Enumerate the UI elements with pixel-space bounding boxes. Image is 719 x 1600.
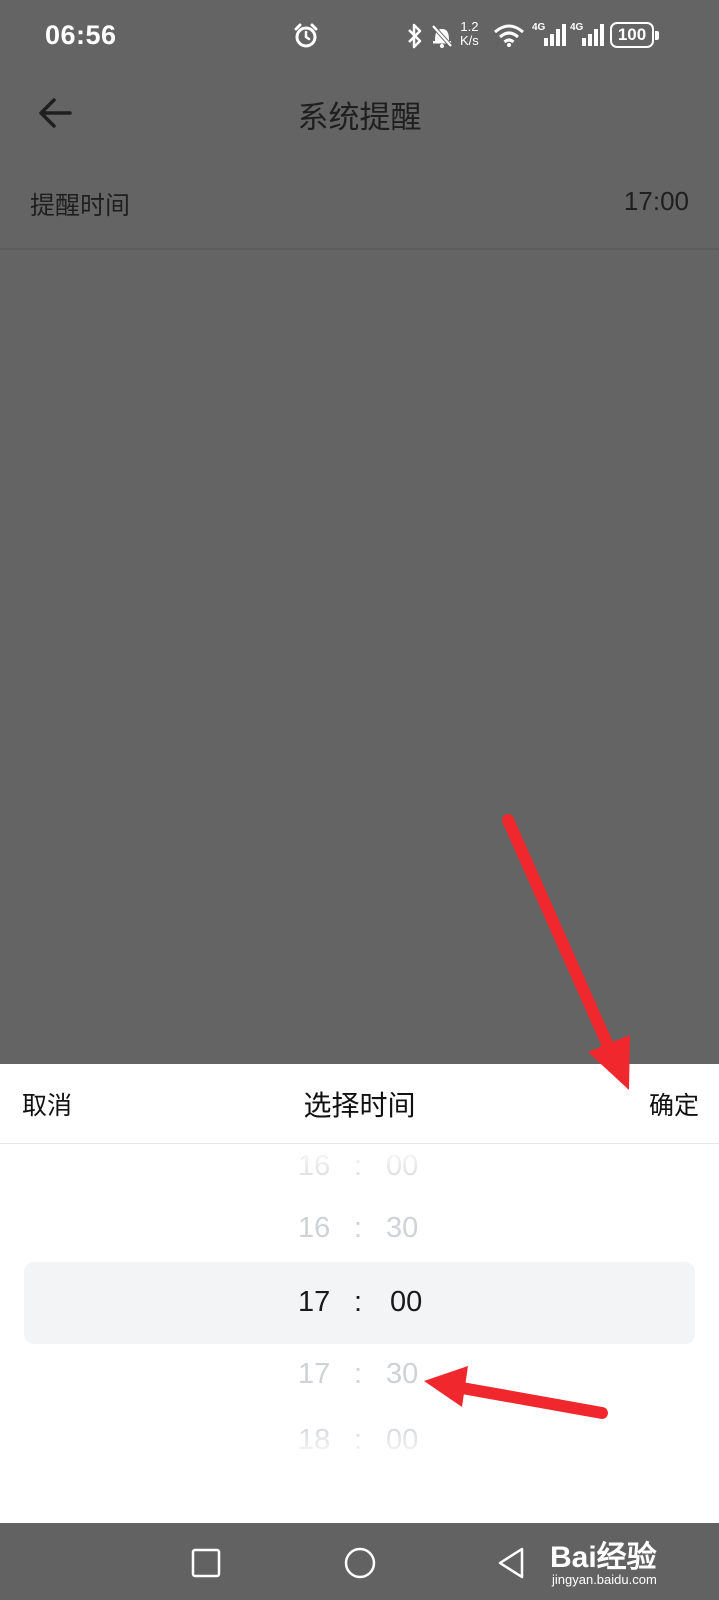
sheet-title: 选择时间 (303, 1089, 416, 1122)
annotation-arrow-confirm (502, 814, 630, 1090)
picker-hour: 16 (298, 1212, 331, 1244)
signal-2: 4G (570, 22, 604, 48)
picker-separator: : (354, 1286, 363, 1318)
confirm-button[interactable]: 确定 (649, 1086, 699, 1122)
time-picker-sheet: 取消 选择时间 确定 16 : 00 16 : 30 17 : 00 17 : … (0, 1064, 719, 1523)
fade-top (0, 1144, 719, 1190)
signal-icon (582, 24, 604, 46)
reminder-time-label: 提醒时间 (30, 191, 131, 220)
reminder-time-row[interactable]: 提醒时间 17:00 (0, 158, 719, 248)
fade-bottom (0, 1422, 719, 1462)
net-speed: 1.2 K/s (460, 19, 479, 48)
alarm-icon (294, 23, 318, 48)
back-triangle-icon[interactable] (492, 1543, 532, 1583)
muted-bell-icon (431, 24, 453, 48)
picker-option[interactable]: 16 : 30 (0, 1212, 719, 1252)
watermark-url: jingyan.baidu.com (552, 1572, 657, 1587)
picker-hour: 17 (298, 1286, 331, 1318)
picker-minute: 30 (386, 1358, 419, 1390)
picker-option[interactable]: 17 : 30 (0, 1358, 719, 1398)
picker-minute: 00 (390, 1286, 423, 1318)
bluetooth-icon (408, 23, 422, 49)
page-title: 系统提醒 (297, 100, 422, 136)
picker-option-selected[interactable]: 17 : 00 (0, 1286, 719, 1326)
home-circle-icon[interactable] (340, 1543, 380, 1583)
watermark-logo-text: Bai经验 (550, 1541, 657, 1574)
picker-separator: : (354, 1358, 363, 1390)
status-time: 06:56 (45, 20, 117, 50)
divider (0, 248, 719, 250)
reminder-time-value: 17:00 (623, 186, 689, 216)
picker-separator: : (354, 1212, 363, 1244)
picker-hour: 17 (298, 1358, 331, 1390)
status-bar: 06:56 1.2 K/s 4G 4G 100 (0, 0, 719, 76)
battery-icon: 100 (610, 22, 659, 48)
recents-square-icon[interactable] (186, 1543, 226, 1583)
sheet-header: 取消 选择时间 确定 (0, 1064, 719, 1144)
wifi-icon (494, 24, 524, 47)
signal-icon (544, 24, 566, 46)
picker-minute: 30 (386, 1212, 419, 1244)
baidu-jingyan-watermark: Bai经验 jingyan.baidu.com (550, 1532, 715, 1592)
signal-1: 4G (532, 22, 566, 48)
time-picker-wheel[interactable]: 16 : 00 16 : 30 17 : 00 17 : 30 18 : 00 (0, 1144, 719, 1462)
